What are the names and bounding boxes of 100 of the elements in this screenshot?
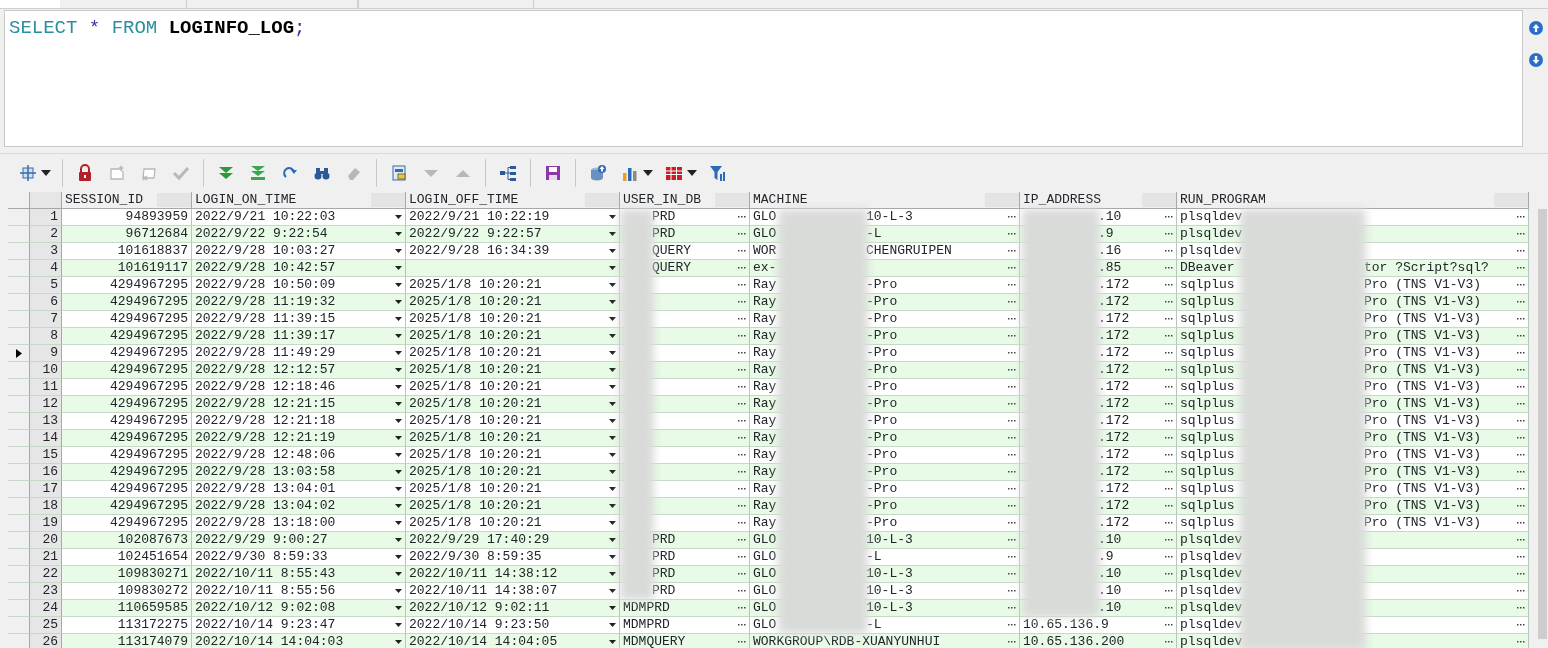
dropdown-icon[interactable]	[395, 538, 402, 542]
row-number[interactable]: 5	[30, 277, 62, 294]
dropdown-icon[interactable]	[609, 487, 616, 491]
dropdown-icon[interactable]	[609, 572, 616, 576]
column-header[interactable]: RUN_PROGRAM	[1177, 192, 1529, 209]
row-number[interactable]: 19	[30, 515, 62, 532]
row-number[interactable]: 11	[30, 379, 62, 396]
row-number[interactable]: 12	[30, 396, 62, 413]
arrow-to-bottom-icon[interactable]	[249, 164, 267, 182]
row-number[interactable]: 22	[30, 566, 62, 583]
dropdown-icon[interactable]	[395, 521, 402, 525]
dropdown-icon[interactable]	[395, 623, 402, 627]
row-number[interactable]: 8	[30, 328, 62, 345]
dropdown-icon[interactable]	[609, 368, 616, 372]
dropdown-icon[interactable]	[395, 453, 402, 457]
dropdown-icon[interactable]	[609, 215, 616, 219]
dropdown-icon[interactable]	[395, 402, 402, 406]
dropdown-icon[interactable]	[395, 555, 402, 559]
grid-select-icon[interactable]	[19, 164, 37, 182]
row-number[interactable]: 13	[30, 413, 62, 430]
dropdown-icon[interactable]	[395, 249, 402, 253]
dropdown-icon[interactable]	[609, 504, 616, 508]
dropdown-icon[interactable]	[395, 589, 402, 593]
dropdown-icon[interactable]	[395, 266, 402, 270]
row-number[interactable]: 6	[30, 294, 62, 311]
column-header[interactable]: USER_IN_DB	[620, 192, 750, 209]
row-number[interactable]: 24	[30, 600, 62, 617]
column-header[interactable]: LOGIN_ON_TIME	[192, 192, 406, 209]
column-header[interactable]: SESSION_ID	[62, 192, 192, 209]
filter-icon[interactable]	[709, 164, 727, 182]
dropdown-icon[interactable]	[609, 521, 616, 525]
form-view-icon[interactable]	[390, 164, 408, 182]
row-number[interactable]: 15	[30, 447, 62, 464]
dropdown-icon[interactable]	[609, 317, 616, 321]
dropdown-icon[interactable]	[395, 436, 402, 440]
dropdown-icon[interactable]	[609, 266, 616, 270]
row-number[interactable]: 18	[30, 498, 62, 515]
row-number[interactable]: 4	[30, 260, 62, 277]
dropdown-icon[interactable]	[395, 368, 402, 372]
dropdown-icon[interactable]	[609, 453, 616, 457]
dropdown-icon[interactable]	[609, 436, 616, 440]
dropdown-icon[interactable]	[609, 283, 616, 287]
row-selector[interactable]	[8, 345, 30, 362]
lock-icon[interactable]	[76, 164, 94, 182]
dropdown-icon[interactable]	[609, 538, 616, 542]
dropdown-icon[interactable]	[609, 623, 616, 627]
dropdown-icon[interactable]	[395, 232, 402, 236]
tree-icon[interactable]	[499, 164, 517, 182]
row-number[interactable]: 26	[30, 634, 62, 648]
caret-icon[interactable]	[41, 170, 51, 176]
dropdown-icon[interactable]	[609, 640, 616, 644]
dropdown-icon[interactable]	[609, 589, 616, 593]
dropdown-icon[interactable]	[395, 351, 402, 355]
dropdown-icon[interactable]	[609, 555, 616, 559]
row-number[interactable]: 9	[30, 345, 62, 362]
scroll-up-icon[interactable]	[1528, 21, 1543, 35]
column-header[interactable]: LOGIN_OFF_TIME	[406, 192, 620, 209]
sql-editor[interactable]: SELECT * FROM LOGINFO_LOG;	[4, 10, 1523, 147]
row-number[interactable]: 14	[30, 430, 62, 447]
dropdown-icon[interactable]	[395, 283, 402, 287]
dropdown-icon[interactable]	[609, 470, 616, 474]
dropdown-icon[interactable]	[609, 232, 616, 236]
table-grid-icon[interactable]	[665, 164, 683, 182]
row-number[interactable]: 16	[30, 464, 62, 481]
row-number[interactable]: 20	[30, 532, 62, 549]
dropdown-icon[interactable]	[395, 640, 402, 644]
dropdown-icon[interactable]	[395, 487, 402, 491]
column-header[interactable]: MACHINE	[750, 192, 1020, 209]
dropdown-icon[interactable]	[609, 300, 616, 304]
dropdown-icon[interactable]	[395, 317, 402, 321]
scroll-down-icon[interactable]	[1528, 53, 1543, 67]
double-arrow-down-icon[interactable]	[217, 164, 235, 182]
dropdown-icon[interactable]	[609, 419, 616, 423]
dropdown-icon[interactable]	[395, 572, 402, 576]
row-number[interactable]: 17	[30, 481, 62, 498]
row-number[interactable]: 21	[30, 549, 62, 566]
database-upload-icon[interactable]	[589, 164, 607, 182]
caret-icon[interactable]	[687, 170, 697, 176]
row-number[interactable]: 25	[30, 617, 62, 634]
dropdown-icon[interactable]	[395, 215, 402, 219]
dropdown-icon[interactable]	[609, 249, 616, 253]
row-number[interactable]: 1	[30, 209, 62, 226]
column-header[interactable]: IP_ADDRESS	[1020, 192, 1177, 209]
dropdown-icon[interactable]	[395, 334, 402, 338]
dropdown-icon[interactable]	[609, 334, 616, 338]
row-number[interactable]: 10	[30, 362, 62, 379]
row-number[interactable]: 3	[30, 243, 62, 260]
dropdown-icon[interactable]	[395, 504, 402, 508]
dropdown-icon[interactable]	[609, 351, 616, 355]
dropdown-icon[interactable]	[395, 300, 402, 304]
row-number[interactable]: 7	[30, 311, 62, 328]
dropdown-icon[interactable]	[609, 402, 616, 406]
dropdown-icon[interactable]	[395, 606, 402, 610]
row-number[interactable]: 2	[30, 226, 62, 243]
caret-icon[interactable]	[643, 170, 653, 176]
dropdown-icon[interactable]	[395, 470, 402, 474]
dropdown-icon[interactable]	[395, 419, 402, 423]
dropdown-icon[interactable]	[609, 606, 616, 610]
dropdown-icon[interactable]	[609, 385, 616, 389]
row-number[interactable]: 23	[30, 583, 62, 600]
